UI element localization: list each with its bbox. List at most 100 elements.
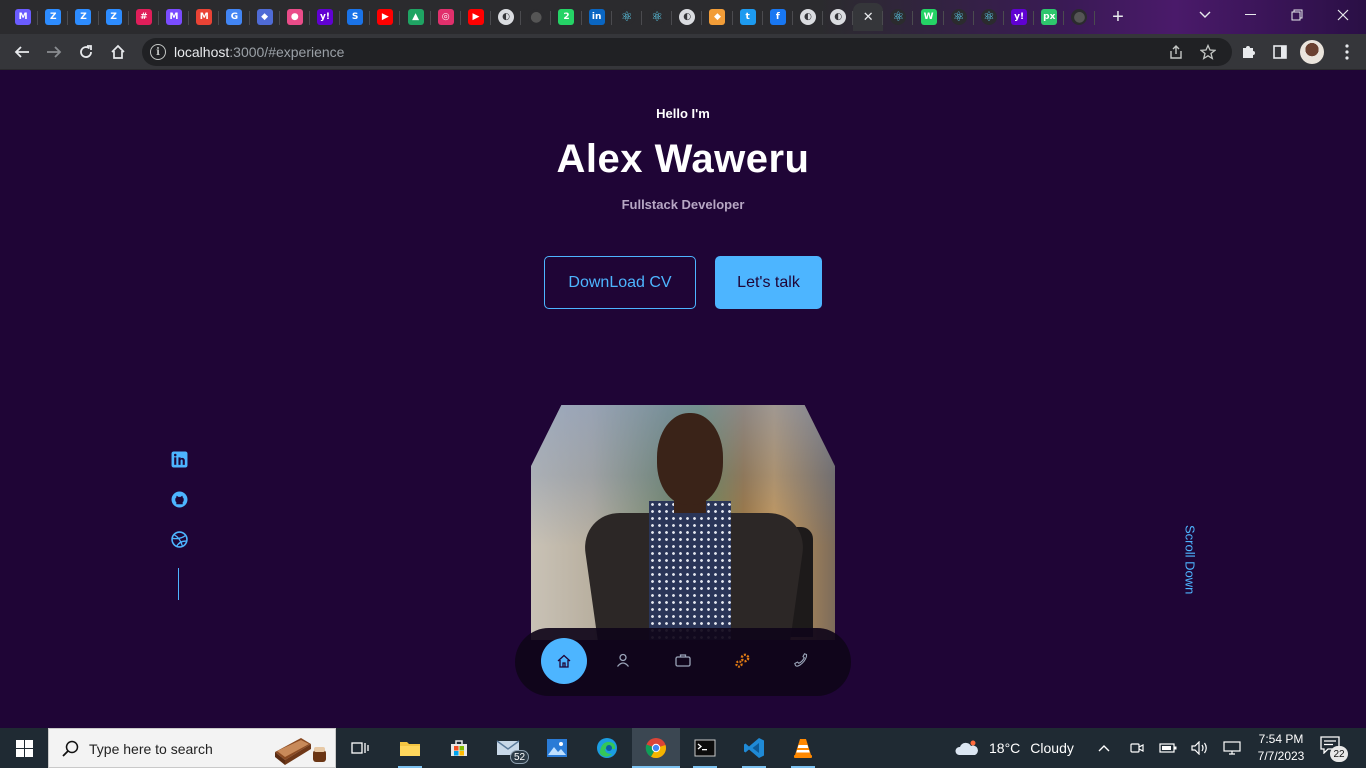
browser-tab[interactable]: ⚛ xyxy=(974,3,1005,31)
back-button[interactable] xyxy=(8,38,36,66)
volume-button[interactable] xyxy=(1190,738,1210,758)
browser-tab[interactable]: ◎ xyxy=(431,3,462,31)
forward-button[interactable] xyxy=(40,38,68,66)
zoom-icon: Z xyxy=(75,9,92,25)
browser-tab[interactable]: ⚛ xyxy=(642,3,673,31)
bookmark-button[interactable] xyxy=(1194,38,1222,66)
speaker-icon xyxy=(1191,741,1207,755)
system-clock[interactable]: 7:54 PM 7/7/2023 xyxy=(1250,731,1312,765)
tab-search-button[interactable] xyxy=(1182,0,1228,30)
edge-button[interactable] xyxy=(583,728,631,768)
youtube-icon: ▶ xyxy=(377,9,394,25)
arrow-right-icon xyxy=(47,46,62,58)
meet-now-button[interactable] xyxy=(1127,738,1147,758)
search-placeholder: Type here to search xyxy=(89,741,213,757)
browser-tab[interactable]: Z xyxy=(38,3,69,31)
browser-tab[interactable]: ◐ xyxy=(672,3,703,31)
browser-tab[interactable]: M xyxy=(159,3,190,31)
browser-tab[interactable]: ● xyxy=(1064,3,1095,31)
browser-tab[interactable]: M xyxy=(8,3,39,31)
browser-tab[interactable]: # xyxy=(129,3,160,31)
show-hidden-icons-button[interactable] xyxy=(1094,738,1114,758)
browser-tab[interactable]: ⚛ xyxy=(612,3,643,31)
browser-tab[interactable]: G xyxy=(219,3,250,31)
browser-tab[interactable]: 2 xyxy=(551,3,582,31)
site-info-icon[interactable]: i xyxy=(150,44,166,60)
photos-button[interactable] xyxy=(533,728,581,768)
browser-tab[interactable]: ▶ xyxy=(461,3,492,31)
globe-icon: ◐ xyxy=(799,9,816,25)
instagram-icon: ◎ xyxy=(437,9,454,25)
mail-button[interactable]: 52 xyxy=(484,728,532,768)
start-button[interactable] xyxy=(0,728,48,768)
vscode-button[interactable] xyxy=(730,728,778,768)
profile-avatar[interactable] xyxy=(1300,40,1324,64)
vlc-icon xyxy=(794,739,812,758)
scroll-down-link[interactable]: Scroll Down xyxy=(1176,515,1204,605)
microsoft-store-button[interactable] xyxy=(435,728,483,768)
extensions-button[interactable] xyxy=(1234,38,1262,66)
github-icon: ● xyxy=(1071,9,1088,25)
browser-tab[interactable]: M xyxy=(189,3,220,31)
browser-tab[interactable]: Z xyxy=(99,3,129,31)
clock-date: 7/7/2023 xyxy=(1257,749,1305,763)
google-drive-icon: ▲ xyxy=(407,9,424,25)
browser-tab[interactable]: ◐ xyxy=(491,3,522,31)
linkedin-link[interactable] xyxy=(170,450,188,468)
home-button[interactable] xyxy=(104,38,132,66)
download-cv-button[interactable]: DownLoad CV xyxy=(544,256,696,309)
share-button[interactable] xyxy=(1162,38,1190,66)
lets-talk-button[interactable]: Let's talk xyxy=(715,256,822,309)
browser-tab[interactable]: ▶ xyxy=(370,3,401,31)
browser-tab-active[interactable]: ✕ xyxy=(853,3,884,31)
address-bar[interactable]: i localhost:3000/#experience xyxy=(142,38,1232,66)
browser-tab[interactable]: S xyxy=(340,3,371,31)
file-explorer-button[interactable] xyxy=(386,728,434,768)
weather-widget[interactable]: 18°C Cloudy xyxy=(954,728,1074,768)
nav-contact-button[interactable] xyxy=(791,650,811,670)
task-view-button[interactable] xyxy=(336,728,384,768)
browser-tab[interactable]: ◆ xyxy=(250,3,280,31)
restore-button[interactable] xyxy=(1274,0,1320,30)
chrome-button[interactable] xyxy=(632,728,680,768)
battery-button[interactable] xyxy=(1158,738,1178,758)
browser-tab[interactable]: ● xyxy=(280,3,311,31)
browser-tab[interactable]: ◐ xyxy=(823,3,854,31)
dribbble-link[interactable] xyxy=(170,530,188,548)
browser-tab[interactable]: ◐ xyxy=(793,3,824,31)
browser-tab[interactable]: ⚛ xyxy=(944,3,975,31)
browser-tab[interactable]: y! xyxy=(1004,3,1035,31)
browser-tab[interactable]: ● xyxy=(521,3,552,31)
browser-menu-button[interactable] xyxy=(1335,40,1359,64)
browser-tab[interactable]: W xyxy=(913,3,944,31)
terminal-button[interactable] xyxy=(681,728,729,768)
browser-tab[interactable]: Z xyxy=(68,3,99,31)
nav-about-button[interactable] xyxy=(613,650,633,670)
greeting-text: Hello I'm xyxy=(656,106,710,121)
side-panel-button[interactable] xyxy=(1266,38,1294,66)
nav-home-button[interactable] xyxy=(541,638,587,684)
network-button[interactable] xyxy=(1222,738,1242,758)
close-icon[interactable]: ✕ xyxy=(860,9,877,25)
browser-tab[interactable]: px xyxy=(1034,3,1065,31)
taskbar-search-box[interactable]: Type here to search xyxy=(48,728,336,768)
reload-button[interactable] xyxy=(72,38,100,66)
github-link[interactable] xyxy=(170,490,188,508)
minimize-button[interactable] xyxy=(1228,0,1274,30)
url-path: :3000/#experience xyxy=(229,44,345,60)
nav-experience-button[interactable] xyxy=(673,650,693,670)
browser-tab[interactable]: ◆ xyxy=(702,3,733,31)
close-window-button[interactable] xyxy=(1320,0,1366,30)
nav-services-button[interactable] xyxy=(732,650,752,670)
browser-tab[interactable]: t xyxy=(733,3,763,31)
github-icon xyxy=(171,491,187,507)
notification-center-button[interactable]: 22 xyxy=(1320,736,1348,762)
url-host: localhost xyxy=(174,44,230,60)
vlc-button[interactable] xyxy=(779,728,827,768)
browser-tab[interactable]: ⚛ xyxy=(883,3,914,31)
browser-tab[interactable]: f xyxy=(763,3,794,31)
browser-tab[interactable]: in xyxy=(582,3,612,31)
browser-tab[interactable]: ▲ xyxy=(400,3,431,31)
browser-tab[interactable]: y! xyxy=(310,3,341,31)
new-tab-button[interactable]: + xyxy=(1104,4,1132,30)
